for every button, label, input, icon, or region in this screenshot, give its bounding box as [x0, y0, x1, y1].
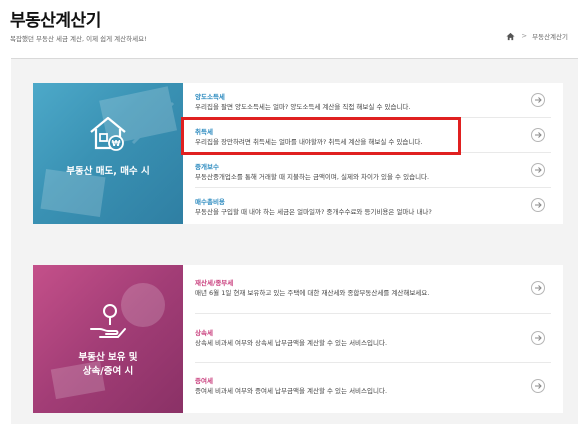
- go-arrow-button[interactable]: [531, 128, 545, 142]
- go-arrow-button[interactable]: [531, 198, 545, 212]
- house-coin-icon: ₩: [90, 116, 126, 151]
- page-header: 부동산계산기 복잡했던 부동산 세금 계산, 이제 쉽게 계산하세요! > 부동…: [0, 0, 580, 58]
- banner-label-hold-inherit-line1: 부동산 보유 및: [78, 352, 138, 363]
- banner-sell-buy: ₩ 부동산 매도, 매수 시: [33, 83, 183, 224]
- breadcrumb-current[interactable]: 부동산계산기: [532, 31, 568, 41]
- banner-label-sell-buy: 부동산 매도, 매수 시: [66, 166, 150, 177]
- item-title[interactable]: 증여세: [195, 375, 213, 385]
- go-arrow-button[interactable]: [531, 379, 545, 393]
- item-title[interactable]: 재산세/종부세: [195, 277, 233, 287]
- list-item-property-tax[interactable]: 재산세/종부세 매년 6월 1일 현재 보유하고 있는 주택에 대한 재산세와 …: [195, 265, 551, 314]
- home-icon[interactable]: [506, 32, 515, 41]
- item-title[interactable]: 중개보수: [195, 161, 219, 171]
- arrow-right-icon: [535, 285, 542, 291]
- item-desc: 매년 6월 1일 현재 보유하고 있는 주택에 대한 재산세와 종합부동산세를 …: [195, 289, 430, 297]
- arrow-right-icon: [535, 202, 542, 208]
- go-arrow-button[interactable]: [531, 163, 545, 177]
- page-subtitle: 복잡했던 부동산 세금 계산, 이제 쉽게 계산하세요!: [10, 35, 147, 43]
- breadcrumb-separator: >: [521, 32, 528, 40]
- banner-label-hold-inherit-line2: 상속/증여 시: [82, 366, 134, 377]
- breadcrumb: > 부동산계산기: [506, 31, 568, 41]
- item-desc: 증여세 비과세 여부와 증여세 납부금액을 계산할 수 있는 서비스입니다.: [195, 387, 388, 395]
- item-title[interactable]: 양도소득세: [195, 91, 225, 101]
- item-desc: 부동산을 구입할 때 내야 하는 세금은 얼마일까? 중개수수료와 등기비용은 …: [195, 208, 432, 216]
- arrow-right-icon: [535, 97, 542, 103]
- arrow-right-icon: [535, 132, 542, 138]
- go-arrow-button[interactable]: [531, 93, 545, 107]
- highlight-box-acquisition-tax: [181, 117, 461, 155]
- paper-texture-decoration: [40, 86, 178, 217]
- go-arrow-button[interactable]: [531, 281, 545, 295]
- page-title: 부동산계산기: [10, 11, 101, 31]
- banner-hold-inherit: 부동산 보유 및 상속/증여 시: [33, 265, 183, 413]
- list-item-total-purchase-cost[interactable]: 매수총비용 부동산을 구입할 때 내야 하는 세금은 얼마일까? 중개수수료와 …: [195, 188, 551, 224]
- list-item-gift-tax[interactable]: 증여세 증여세 비과세 여부와 증여세 납부금액을 계산할 수 있는 서비스입니…: [195, 363, 551, 413]
- item-title[interactable]: 상속세: [195, 327, 213, 337]
- hand-key-icon: [90, 304, 126, 338]
- keys-texture-decoration: [50, 283, 165, 400]
- item-desc: 부동산중개업소를 통해 거래할 때 지불하는 금액이며, 실제와 차이가 있을 …: [195, 173, 430, 181]
- item-title[interactable]: 매수총비용: [195, 196, 225, 206]
- go-arrow-button[interactable]: [531, 331, 545, 345]
- section-hold-inherit: 부동산 보유 및 상속/증여 시 재산세/종부세 매년 6월 1일 현재 보유하…: [33, 265, 563, 413]
- item-desc: 상속세 비과세 여부와 상속세 납부금액을 계산할 수 있는 서비스입니다.: [195, 339, 388, 347]
- list-item-capital-gains-tax[interactable]: 양도소득세 우리집을 팔면 양도소득세는 얼마? 양도소득세 계산을 직접 해보…: [195, 83, 551, 118]
- arrow-right-icon: [535, 167, 542, 173]
- item-desc: 우리집을 팔면 양도소득세는 얼마? 양도소득세 계산을 직접 해보실 수 있습…: [195, 103, 411, 111]
- arrow-right-icon: [535, 335, 542, 341]
- arrow-right-icon: [535, 383, 542, 389]
- content-area: ₩ 부동산 매도, 매수 시 양도소득세 우리집을 팔면 양도소득세는 얼마? …: [11, 58, 578, 424]
- list-item-brokerage-fee[interactable]: 중개보수 부동산중개업소를 통해 거래할 때 지불하는 금액이며, 실제와 차이…: [195, 153, 551, 188]
- list-item-inheritance-tax[interactable]: 상속세 상속세 비과세 여부와 상속세 납부금액을 계산할 수 있는 서비스입니…: [195, 314, 551, 363]
- svg-text:₩: ₩: [112, 139, 121, 148]
